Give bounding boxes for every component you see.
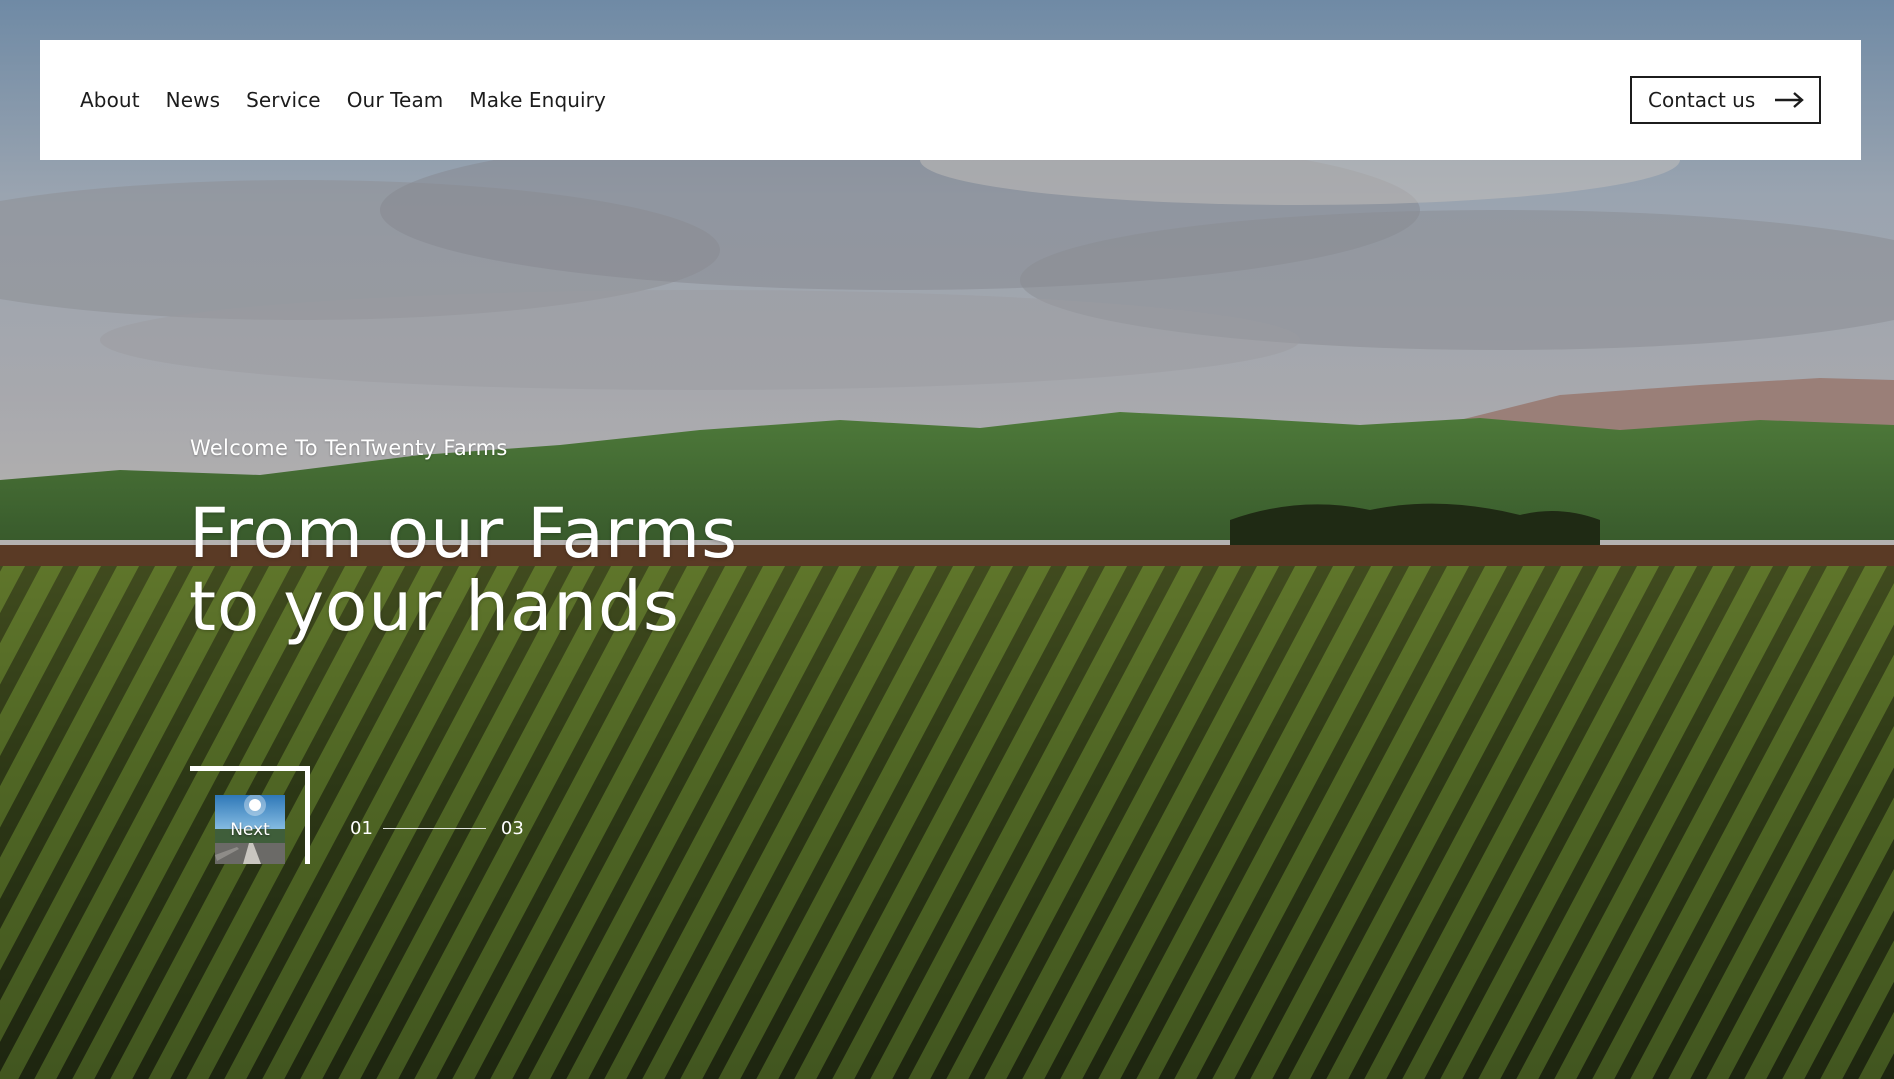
slide-pager: 01 03 (350, 816, 524, 840)
top-navbar: About News Service Our Team Make Enquiry… (40, 40, 1861, 160)
nav-link-service[interactable]: Service (246, 88, 321, 112)
next-slide-button[interactable]: Next (190, 766, 310, 864)
hero-headline: From our Farms to your hands (189, 498, 738, 644)
nav-link-our-team[interactable]: Our Team (347, 88, 444, 112)
hero-section: About News Service Our Team Make Enquiry… (0, 0, 1894, 1079)
nav-link-news[interactable]: News (166, 88, 220, 112)
contact-us-button[interactable]: Contact us (1630, 76, 1821, 124)
contact-us-label: Contact us (1648, 88, 1756, 112)
headline-line-2: to your hands (189, 567, 680, 647)
pager-progress-line (382, 827, 486, 829)
total-slides-number: 03 (500, 817, 524, 839)
nav-link-make-enquiry[interactable]: Make Enquiry (469, 88, 606, 112)
next-label: Next (230, 819, 270, 840)
nav-menu: About News Service Our Team Make Enquiry (80, 40, 606, 160)
welcome-text: Welcome To TenTwenty Farms (190, 436, 508, 460)
headline-line-1: From our Farms (189, 494, 739, 574)
nav-link-about[interactable]: About (80, 88, 140, 112)
arrow-right-icon (1775, 92, 1804, 108)
current-slide-number: 01 (350, 817, 373, 839)
